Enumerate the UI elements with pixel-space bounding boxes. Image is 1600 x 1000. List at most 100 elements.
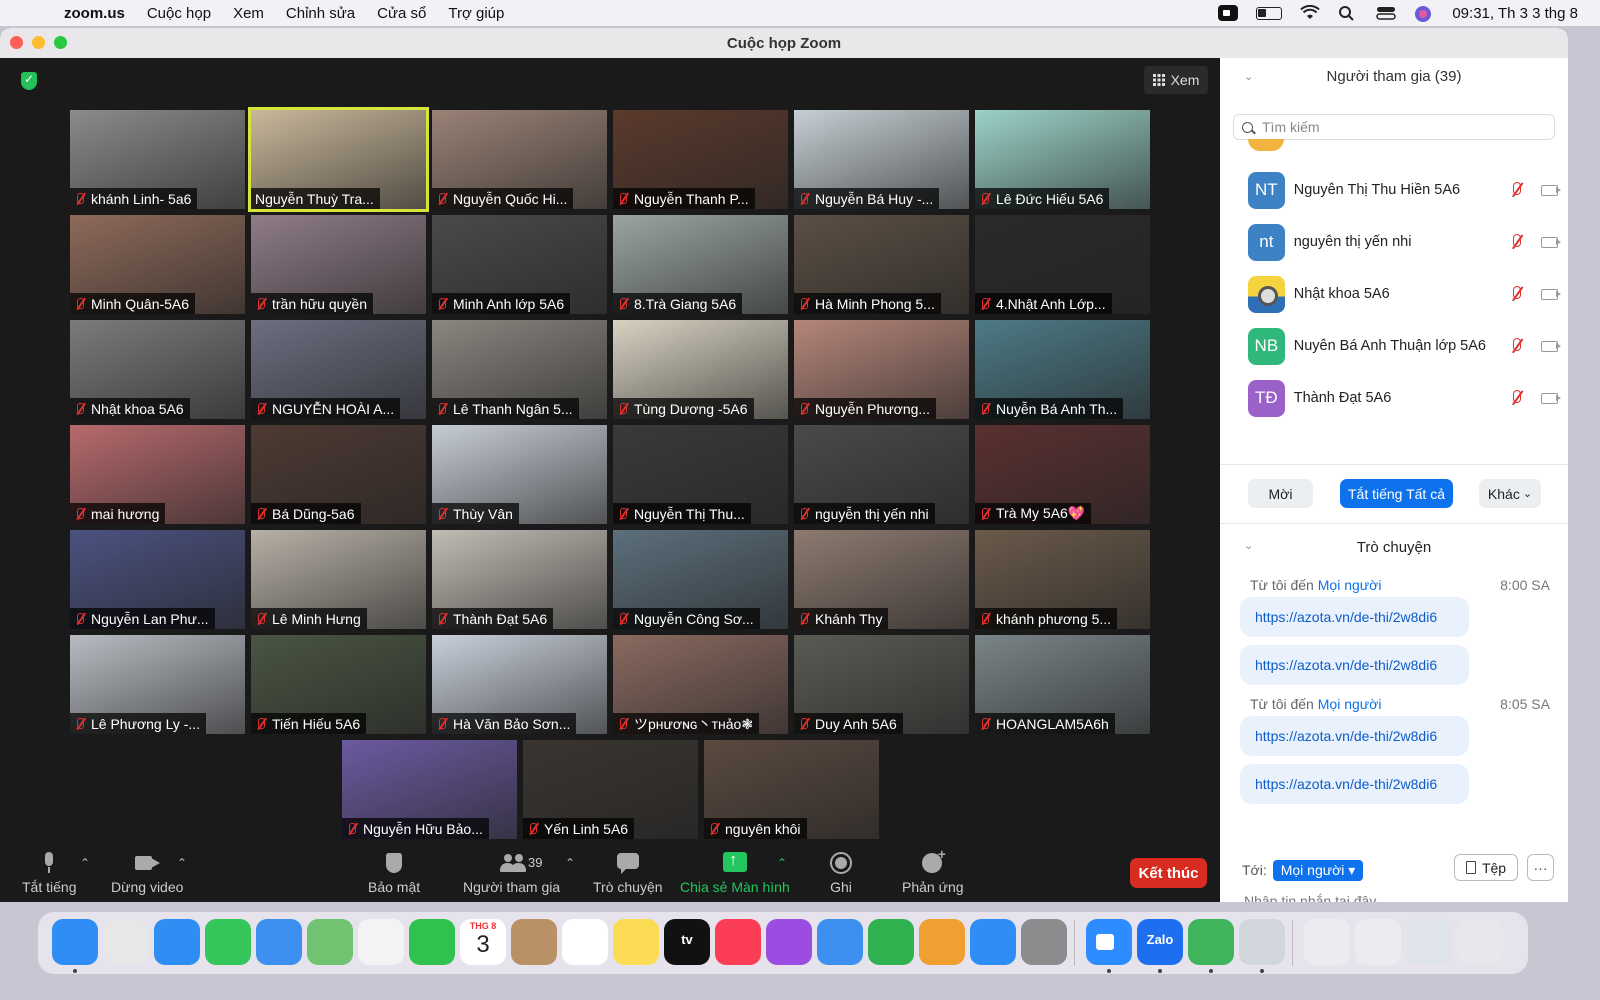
close-window-button[interactable] [10, 36, 23, 49]
video-tile[interactable]: Lê Thanh Ngân 5... [432, 320, 607, 419]
video-camera-icon[interactable] [1541, 236, 1561, 248]
video-tile[interactable]: Trà My 5A6💖 [975, 425, 1150, 524]
video-tile[interactable]: 8.Trà Giang 5A6 [613, 215, 788, 314]
dock-reminders-icon[interactable] [562, 919, 608, 965]
video-tile[interactable]: Khánh Thy [794, 530, 969, 629]
video-camera-icon[interactable] [1541, 340, 1561, 352]
video-tile[interactable]: Minh Quân-5A6 [70, 215, 245, 314]
dock-zoom-icon[interactable] [1086, 919, 1132, 965]
video-tile[interactable]: Nguyễn Bá Huy -... [794, 110, 969, 209]
dock-messages-icon[interactable] [205, 919, 251, 965]
dock-recent-doc-2-icon[interactable] [1355, 919, 1401, 965]
wifi-icon[interactable] [1300, 4, 1321, 21]
invite-button[interactable]: Mời [1248, 479, 1313, 508]
collapse-participants-icon[interactable]: ⌄ [1244, 70, 1253, 83]
participants-button[interactable]: Người tham gia [463, 852, 560, 895]
dock-pages-icon[interactable] [919, 919, 965, 965]
video-tile[interactable]: Hà Văn Bảo Sơn... [432, 635, 607, 734]
video-tile[interactable]: ツpнươɴɢ丶тнảo❃ [613, 635, 788, 734]
dock-music-icon[interactable] [715, 919, 761, 965]
recipient-select[interactable]: Mọi người ▾ [1272, 859, 1364, 881]
dock-recent-doc-3-icon[interactable] [1406, 919, 1452, 965]
muted-mic-icon[interactable] [1510, 233, 1524, 251]
menu-edit[interactable]: Chỉnh sửa [286, 5, 355, 22]
video-tile[interactable]: Nguyễn Thanh P... [613, 110, 788, 209]
video-tile[interactable]: Lê Phương Ly -... [70, 635, 245, 734]
video-tile[interactable]: Bá Dũng-5a6 [251, 425, 426, 524]
participant-list-item[interactable]: TĐ Thành Đạt 5A6 [1248, 379, 1561, 417]
video-tile[interactable]: Nuyễn Bá Anh Th... [975, 320, 1150, 419]
dock-chrome-like-icon[interactable] [1188, 919, 1234, 965]
muted-mic-icon[interactable] [1510, 181, 1524, 199]
more-options-button[interactable]: ··· [1527, 854, 1554, 881]
video-tile[interactable]: khánh phương 5... [975, 530, 1150, 629]
dock-recent-doc-1-icon[interactable] [1304, 919, 1350, 965]
dock-apple-tv-icon[interactable]: tv [664, 919, 710, 965]
participants-options-caret[interactable]: ⌃ [565, 856, 575, 870]
dock-podcasts-icon[interactable] [766, 919, 812, 965]
dock-contacts-icon[interactable] [511, 919, 557, 965]
video-tile[interactable]: Nguyễn Công Sơ... [613, 530, 788, 629]
video-tile[interactable]: HOANGLAM5A6h [975, 635, 1150, 734]
video-tile[interactable]: Duy Anh 5A6 [794, 635, 969, 734]
chat-link-bubble[interactable]: https://azota.vn/de-thi/2w8di6 [1240, 645, 1469, 685]
participant-list-item[interactable]: nt nguyễn thị yến nhi [1248, 223, 1561, 261]
dock-system-preferences-icon[interactable] [1021, 919, 1067, 965]
chat-link-bubble[interactable]: https://azota.vn/de-thi/2w8di6 [1240, 716, 1469, 756]
participant-list-item[interactable]: NT Nguyễn Thị Thu Hiền 5A6 [1248, 171, 1561, 209]
dock-app-store-icon[interactable] [970, 919, 1016, 965]
dock-keynote-icon[interactable] [817, 919, 863, 965]
end-meeting-button[interactable]: Kết thúc [1130, 858, 1207, 888]
stop-video-button[interactable]: Dừng video [111, 852, 183, 895]
menu-help[interactable]: Trợ giúp [448, 5, 504, 22]
dock-safari-icon[interactable] [154, 919, 200, 965]
record-button[interactable]: Ghi [829, 852, 853, 895]
muted-mic-icon[interactable] [1510, 285, 1524, 303]
video-camera-icon[interactable] [1541, 288, 1561, 300]
menu-window[interactable]: Cửa sổ [377, 5, 426, 22]
dock-facetime-icon[interactable] [409, 919, 455, 965]
video-tile[interactable]: Tiến Hiếu 5A6 [251, 635, 426, 734]
control-center-icon[interactable] [1376, 5, 1397, 21]
video-tile[interactable]: Lê Minh Hưng [251, 530, 426, 629]
fullscreen-window-button[interactable] [54, 36, 67, 49]
video-tile[interactable]: khánh Linh- 5a6 [70, 110, 245, 209]
video-tile[interactable]: 4.Nhật Anh Lớp... [975, 215, 1150, 314]
more-button[interactable]: Khác ⌄ [1479, 479, 1541, 508]
video-tile[interactable]: Nhật khoa 5A6 [70, 320, 245, 419]
video-tile[interactable]: Yến Linh 5A6 [523, 740, 698, 839]
dock-calendar-icon[interactable]: THG 83 [460, 919, 506, 965]
file-button[interactable]: Tệp [1454, 854, 1518, 881]
video-tile[interactable]: Lê Đức Hiếu 5A6 [975, 110, 1150, 209]
security-button[interactable]: Bảo mật [368, 852, 420, 895]
audio-options-caret[interactable]: ⌃ [80, 856, 90, 870]
participant-list-item[interactable]: Nhật khoa 5A6 [1248, 275, 1561, 313]
dock-launchpad-icon[interactable] [103, 919, 149, 965]
video-tile[interactable]: nguyễn thị yến nhi [794, 425, 969, 524]
video-tile[interactable]: Nguyễn Lan Phư... [70, 530, 245, 629]
battery-icon[interactable] [1256, 6, 1283, 20]
dock-trash-icon[interactable] [1457, 919, 1503, 965]
video-tile[interactable]: nguyên khôi [704, 740, 879, 839]
video-tile[interactable]: NGUYỄN HOÀI A... [251, 320, 426, 419]
dock-zalo-icon[interactable]: Zalo [1137, 919, 1183, 965]
video-camera-icon[interactable] [1541, 184, 1561, 196]
dock-mail-icon[interactable] [256, 919, 302, 965]
video-tile[interactable]: Thành Đạt 5A6 [432, 530, 607, 629]
menu-clock[interactable]: 09:31, Th 3 3 thg 8 [1452, 5, 1578, 22]
dock-notes-icon[interactable] [613, 919, 659, 965]
video-tile[interactable]: Nguyễn Phương... [794, 320, 969, 419]
participant-list-item[interactable]: NB Nuyễn Bá Anh Thuận lớp 5A6 [1248, 327, 1561, 365]
collapse-chat-icon[interactable]: ⌄ [1244, 539, 1253, 552]
chat-message-input[interactable]: Nhập tin nhắn tại đây... [1244, 893, 1544, 902]
dock-photos-icon[interactable] [358, 919, 404, 965]
share-options-caret[interactable]: ⌃ [777, 856, 787, 870]
dock-preview-icon[interactable] [1239, 919, 1285, 965]
dock-numbers-icon[interactable] [868, 919, 914, 965]
encryption-shield-icon[interactable] [21, 72, 37, 90]
minimize-window-button[interactable] [32, 36, 45, 49]
menu-view[interactable]: Xem [233, 5, 264, 22]
share-screen-button[interactable]: Chia sẻ Màn hình [680, 850, 790, 895]
menu-meeting[interactable]: Cuộc họp [147, 5, 211, 22]
chat-button[interactable]: Trò chuyện [593, 852, 663, 895]
